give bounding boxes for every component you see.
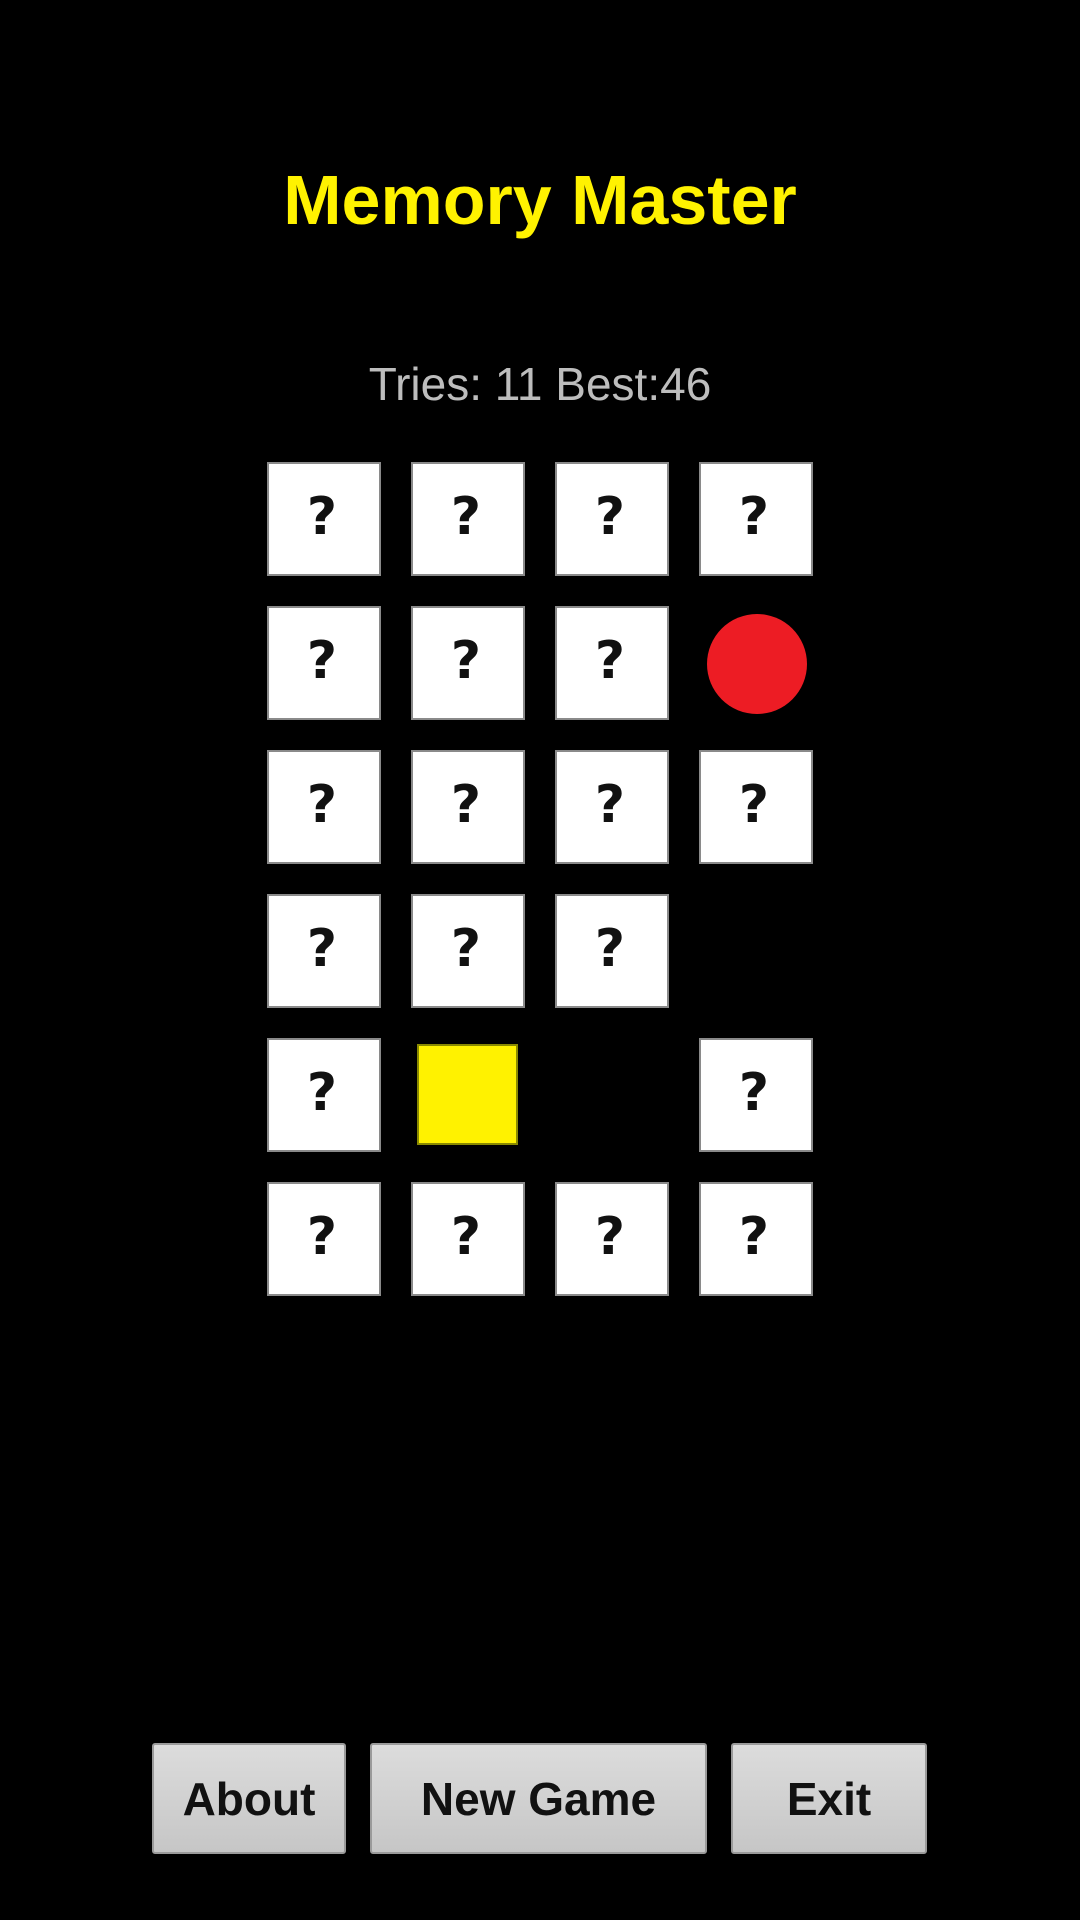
card-hidden-r3c2[interactable]: ? [411,750,525,864]
score-status: Tries: 11 Best:46 [368,358,712,410]
card-hidden-r3c4[interactable]: ? [699,750,813,864]
question-mark-icon: ? [306,775,338,835]
question-mark-icon: ? [594,487,626,547]
question-mark-icon: ? [306,487,338,547]
card-hidden-r4c2[interactable]: ? [411,894,525,1008]
card-hidden-r5c4[interactable]: ? [699,1038,813,1152]
card-hidden-r3c3[interactable]: ? [555,750,669,864]
card-hidden-r1c4[interactable]: ? [699,462,813,576]
card-hidden-r1c1[interactable]: ? [267,462,381,576]
card-hidden-r1c3[interactable]: ? [555,462,669,576]
question-mark-icon: ? [738,487,770,547]
question-mark-icon: ? [594,775,626,835]
question-mark-icon: ? [738,1063,770,1123]
card-hidden-r4c1[interactable]: ? [267,894,381,1008]
exit-button[interactable]: Exit [731,1743,927,1854]
question-mark-icon: ? [306,1063,338,1123]
question-mark-icon: ? [738,775,770,835]
question-mark-icon: ? [450,487,482,547]
question-mark-icon: ? [306,1207,338,1267]
question-mark-icon: ? [306,631,338,691]
card-hidden-r6c3[interactable]: ? [555,1182,669,1296]
question-mark-icon: ? [450,631,482,691]
card-matched-empty-r5c3 [555,1038,669,1152]
card-hidden-r2c1[interactable]: ? [267,606,381,720]
question-mark-icon: ? [738,1207,770,1267]
question-mark-icon: ? [594,919,626,979]
card-hidden-r3c1[interactable]: ? [267,750,381,864]
card-hidden-r5c1[interactable]: ? [267,1038,381,1152]
question-mark-icon: ? [594,1207,626,1267]
card-matched-empty-r4c4 [699,894,813,1008]
card-revealed-r2c4[interactable] [699,606,813,720]
card-hidden-r2c2[interactable]: ? [411,606,525,720]
card-revealed-r5c2[interactable] [411,1038,525,1152]
about-button[interactable]: About [152,1743,346,1854]
card-hidden-r4c3[interactable]: ? [555,894,669,1008]
new-game-button[interactable]: New Game [370,1743,707,1854]
card-hidden-r2c3[interactable]: ? [555,606,669,720]
yellow-square-icon [417,1044,518,1145]
question-mark-icon: ? [450,1207,482,1267]
card-grid: ???????????????????? [267,462,813,1296]
red-circle-icon [707,614,807,714]
app-title: Memory Master [283,161,797,239]
question-mark-icon: ? [594,631,626,691]
question-mark-icon: ? [450,919,482,979]
card-hidden-r6c2[interactable]: ? [411,1182,525,1296]
card-hidden-r1c2[interactable]: ? [411,462,525,576]
question-mark-icon: ? [450,775,482,835]
card-hidden-r6c4[interactable]: ? [699,1182,813,1296]
card-hidden-r6c1[interactable]: ? [267,1182,381,1296]
question-mark-icon: ? [306,919,338,979]
